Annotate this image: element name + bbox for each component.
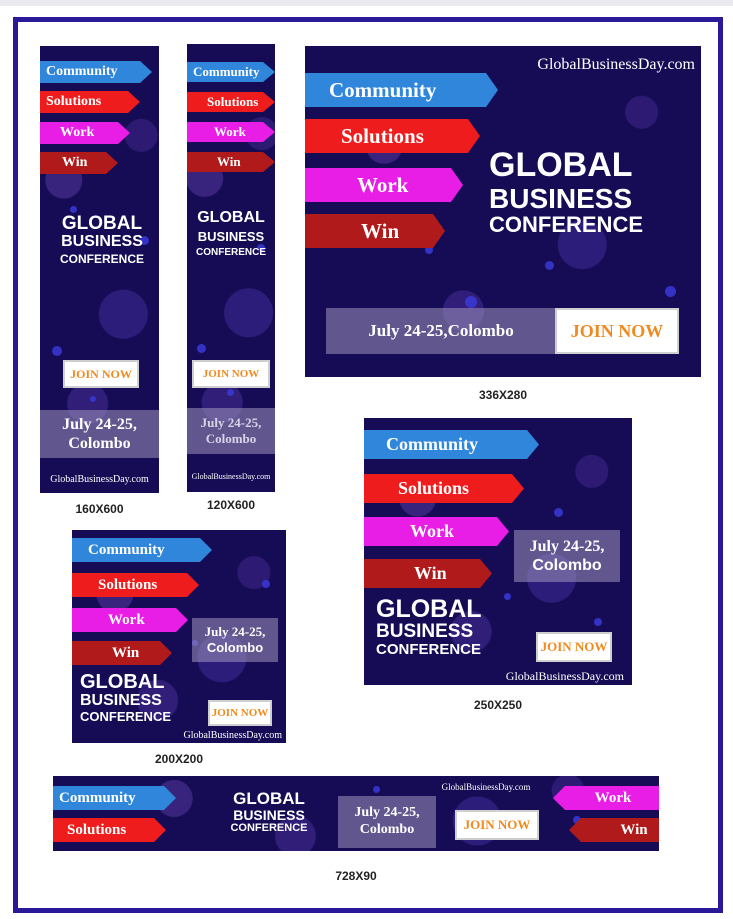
event-date: July 24-25, Colombo xyxy=(187,408,275,454)
arrow-solutions: Solutions xyxy=(305,119,480,153)
conference-title: GLOBAL BUSINESS CONFERENCE xyxy=(219,790,319,834)
arrow-solutions: Solutions xyxy=(187,92,275,112)
conference-title: GLOBAL BUSINESS CONFERENCE xyxy=(376,596,536,658)
arrow-community: Community xyxy=(72,538,212,562)
arrow-community: Community xyxy=(53,786,176,810)
arrow-community: Community xyxy=(364,430,539,459)
date-line1: July 24-25, xyxy=(529,537,605,555)
banner-160x600[interactable]: Community Solutions Work Win GLOBAL BUSI… xyxy=(40,46,159,493)
date-line1: July 24-25, xyxy=(200,415,262,431)
arrow-solutions: Solutions xyxy=(53,818,166,842)
caption-200x200: 200X200 xyxy=(154,752,204,766)
date-line1: July 24-25, xyxy=(62,415,137,433)
title-business: BUSINESS xyxy=(489,182,633,214)
arrow-work: Work xyxy=(364,517,509,546)
site-url: GlobalBusinessDay.com xyxy=(537,56,695,73)
top-bar xyxy=(0,0,733,6)
site-url: GlobalBusinessDay.com xyxy=(50,474,149,485)
event-date: July 24-25, Colombo xyxy=(40,410,159,458)
conference-title: GLOBAL BUSINESS CONFERENCE xyxy=(48,214,156,265)
arrow-work: Work xyxy=(72,608,188,632)
arrow-win: Win xyxy=(72,641,172,665)
title-business: BUSINESS xyxy=(61,232,143,250)
date-line2: Colombo xyxy=(532,557,602,574)
title-conference: CONFERENCE xyxy=(59,251,144,266)
title-business: BUSINESS xyxy=(376,621,474,643)
banner-200x200[interactable]: Community Solutions Work Win July 24-25,… xyxy=(72,530,286,743)
title-business: BUSINESS xyxy=(80,692,162,709)
title-global: GLOBAL xyxy=(80,671,165,693)
arrow-win: Win xyxy=(364,559,492,588)
date-line2: Colombo xyxy=(359,822,415,837)
date-line2: Colombo xyxy=(68,435,131,452)
banner-336x280[interactable]: GlobalBusinessDay.com Community Solution… xyxy=(305,46,701,377)
arrow-work: Work xyxy=(553,786,659,810)
site-url: GlobalBusinessDay.com xyxy=(183,730,282,741)
title-global: GLOBAL xyxy=(197,209,265,226)
conference-title: GLOBAL BUSINESS CONFERENCE xyxy=(187,209,275,259)
join-now-button[interactable]: JOIN NOW xyxy=(63,360,139,388)
caption-120x600: 120X600 xyxy=(206,498,256,512)
date-line1: July 24-25, xyxy=(354,805,420,821)
title-business: BUSINESS xyxy=(197,228,265,244)
title-conference: CONFERENCE xyxy=(195,247,266,259)
arrow-solutions: Solutions xyxy=(40,91,140,113)
conference-title: GLOBAL BUSINESS CONFERENCE xyxy=(489,146,689,238)
title-global: GLOBAL xyxy=(376,595,482,623)
title-conference: CONFERENCE xyxy=(80,708,172,724)
arrow-solutions: Solutions xyxy=(364,474,524,503)
banner-120x600[interactable]: Community Solutions Work Win GLOBAL BUSI… xyxy=(187,44,275,492)
site-url: GlobalBusinessDay.com xyxy=(505,669,624,683)
site-url: GlobalBusinessDay.com xyxy=(441,782,531,792)
date-line2: Colombo xyxy=(205,431,257,446)
arrow-win: Win xyxy=(305,214,445,248)
title-global: GLOBAL xyxy=(61,213,143,234)
title-conference: CONFERENCE xyxy=(489,212,644,238)
arrow-work: Work xyxy=(40,122,130,144)
arrow-community: Community xyxy=(305,73,498,107)
join-now-button[interactable]: JOIN NOW xyxy=(192,360,270,388)
arrow-work: Work xyxy=(305,168,463,202)
join-now-button[interactable]: JOIN NOW xyxy=(555,308,679,354)
caption-250x250: 250X250 xyxy=(473,698,523,712)
join-now-button[interactable]: JOIN NOW xyxy=(208,700,272,726)
title-business: BUSINESS xyxy=(233,806,305,823)
conference-title: GLOBAL BUSINESS CONFERENCE xyxy=(80,672,200,723)
event-date: July 24-25,Colombo xyxy=(326,308,556,354)
arrow-work: Work xyxy=(187,122,275,142)
event-date: July 24-25, Colombo xyxy=(192,618,278,662)
date-line2: Colombo xyxy=(206,640,264,655)
arrow-solutions: Solutions xyxy=(72,573,199,597)
join-now-button[interactable]: JOIN NOW xyxy=(455,810,539,840)
event-date: July 24-25, Colombo xyxy=(338,796,436,848)
title-global: GLOBAL xyxy=(489,146,633,184)
title-global: GLOBAL xyxy=(233,789,305,808)
arrow-community: Community xyxy=(187,62,275,82)
caption-160x600: 160X600 xyxy=(75,502,124,516)
banner-250x250[interactable]: Community Solutions Work Win July 24-25,… xyxy=(364,418,632,685)
join-now-button[interactable]: JOIN NOW xyxy=(536,632,612,662)
arrow-win: Win xyxy=(569,818,659,842)
event-date: July 24-25, Colombo xyxy=(514,530,620,582)
banner-728x90[interactable]: Community Solutions GLOBAL BUSINESS CONF… xyxy=(53,776,659,851)
caption-336x280: 336X280 xyxy=(478,388,528,402)
title-conference: CONFERENCE xyxy=(230,821,308,834)
caption-728x90: 728X90 xyxy=(335,869,377,883)
date-line1: July 24-25, xyxy=(204,624,266,640)
site-url: GlobalBusinessDay.com xyxy=(191,472,271,481)
arrow-win: Win xyxy=(40,152,118,174)
arrow-community: Community xyxy=(40,61,152,83)
arrow-win: Win xyxy=(187,152,275,172)
title-conference: CONFERENCE xyxy=(376,641,482,659)
